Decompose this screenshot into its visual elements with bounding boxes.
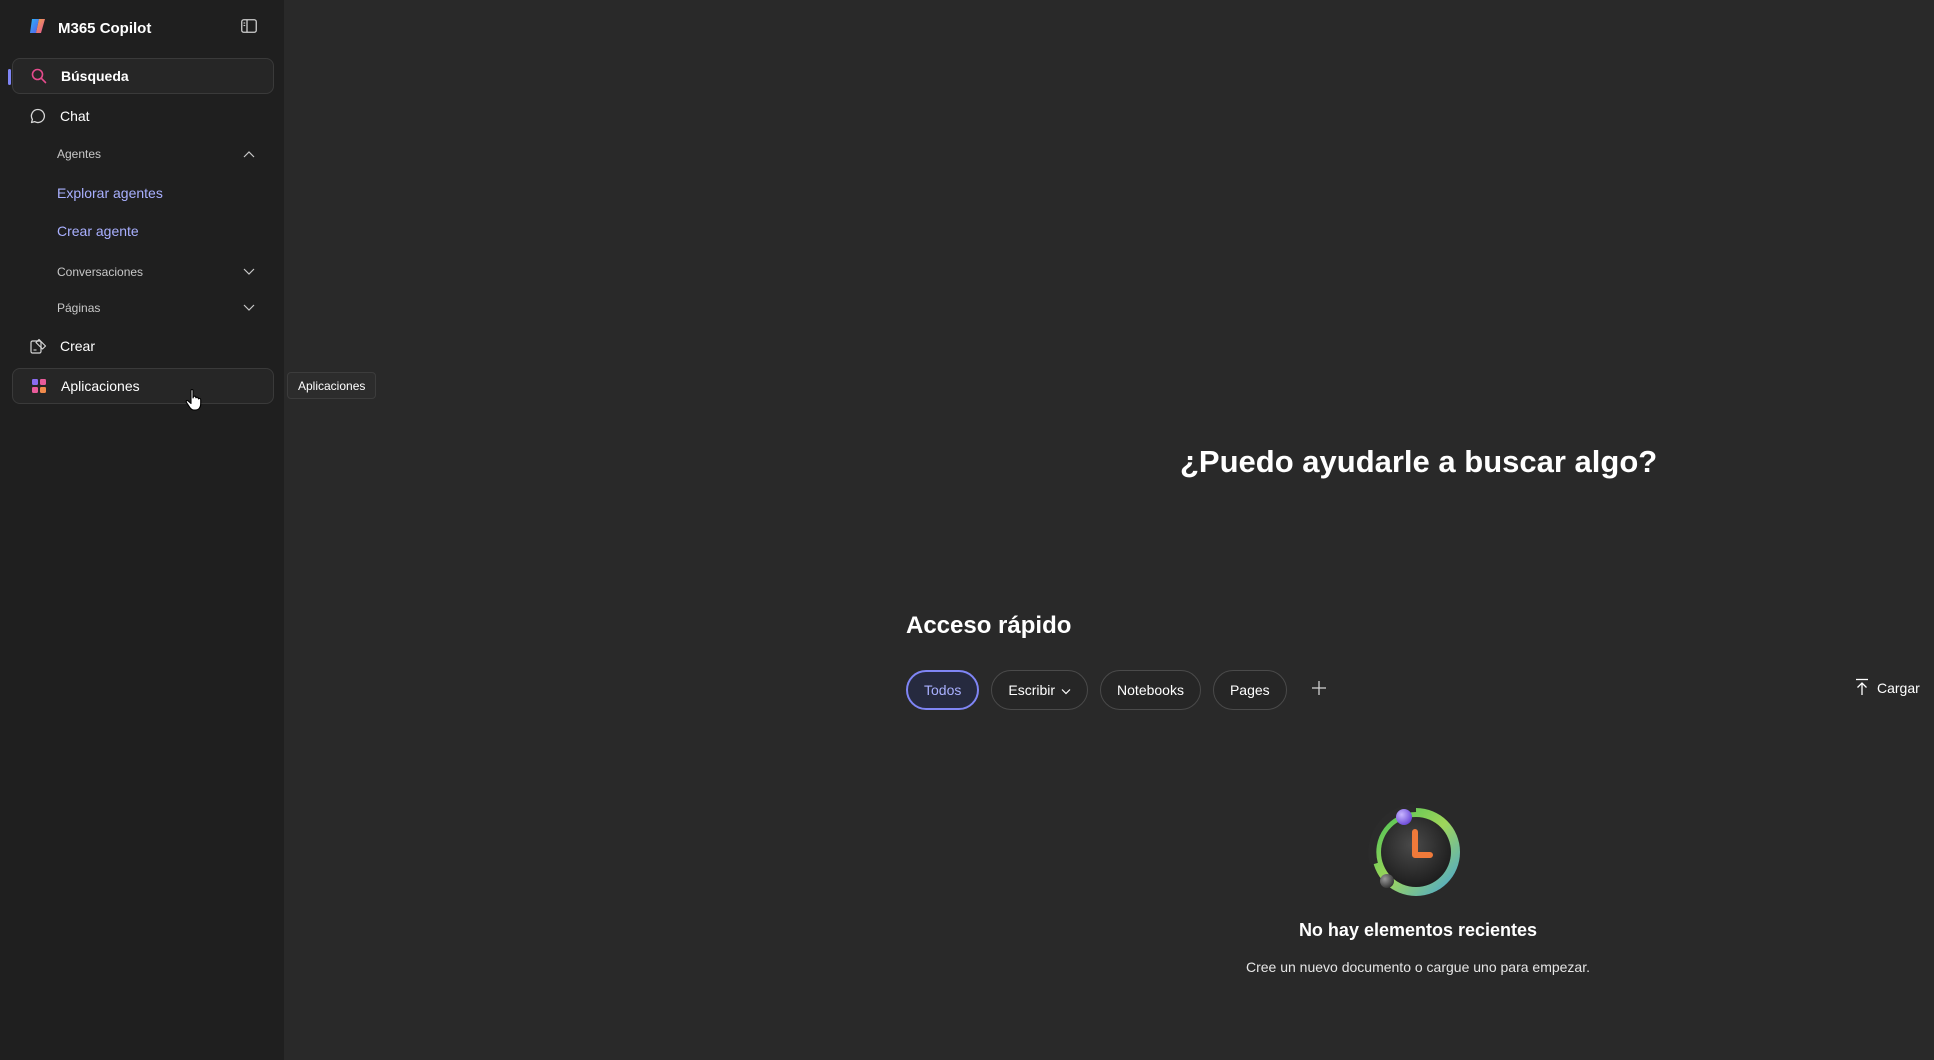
filter-chip-all[interactable]: Todos [906, 670, 980, 710]
sidebar-section-pages[interactable]: Páginas [57, 294, 257, 322]
page-title: ¿Puedo ayudarle a buscar algo? [1180, 444, 1658, 479]
empty-state-subtitle: Cree un nuevo documento o cargue uno par… [1245, 959, 1590, 975]
sidebar-item-label: Aplicaciones [61, 378, 140, 394]
sidebar: M365 Copilot Búsqueda Chat Agentes Explo… [0, 0, 284, 1060]
sidebar-toggle-icon [241, 18, 257, 38]
add-filter-button[interactable] [1303, 674, 1335, 706]
chip-label: Notebooks [1117, 682, 1184, 698]
hand-cursor-icon [184, 388, 204, 412]
filter-chip-write[interactable]: Escribir [991, 670, 1089, 710]
plus-icon [1311, 680, 1327, 701]
chat-bubble-icon [29, 107, 47, 125]
sidebar-item-apps[interactable]: Aplicaciones [12, 368, 274, 404]
recent-clock-icon [1366, 802, 1466, 902]
sidebar-item-label: Chat [60, 108, 90, 124]
section-label: Páginas [57, 301, 101, 315]
sidebar-item-create[interactable]: Crear [12, 328, 274, 364]
sidebar-toggle-button[interactable] [238, 17, 260, 39]
empty-state-title: No hay elementos recientes [1298, 920, 1538, 940]
section-label: Conversaciones [57, 265, 144, 279]
chip-label: Escribir [1008, 682, 1056, 698]
chevron-down-icon [1061, 682, 1071, 698]
search-icon [30, 67, 48, 85]
tooltip-apps: Aplicaciones [287, 372, 377, 399]
chevron-down-icon [242, 265, 256, 279]
chevron-up-icon [242, 147, 256, 161]
explore-agents-link[interactable]: Explorar agentes [57, 179, 163, 207]
chevron-down-icon [242, 301, 256, 315]
section-label: Agentes [57, 147, 102, 161]
sidebar-item-chat[interactable]: Chat [12, 98, 274, 134]
upload-button[interactable]: Cargar [1855, 676, 1920, 700]
app-title: M365 Copilot [58, 19, 152, 37]
create-icon [29, 337, 47, 355]
upload-icon [1855, 678, 1869, 699]
active-indicator [8, 69, 11, 85]
apps-grid-icon [30, 377, 48, 395]
chip-label: Todos [924, 682, 962, 698]
create-agent-link[interactable]: Crear agente [57, 217, 139, 245]
brand: M365 Copilot [28, 16, 151, 40]
chip-label: Pages [1229, 682, 1270, 698]
quick-access-title: Acceso rápido [906, 612, 1072, 639]
filter-chip-notebooks[interactable]: Notebooks [1100, 670, 1201, 710]
sidebar-item-label: Crear [60, 338, 96, 354]
sidebar-section-agents[interactable]: Agentes [57, 140, 257, 168]
upload-label: Cargar [1877, 680, 1920, 696]
sidebar-item-label: Búsqueda [61, 68, 129, 84]
sidebar-section-conversations[interactable]: Conversaciones [57, 258, 257, 286]
filter-chips: Todos Escribir Notebooks Pages [906, 670, 1335, 710]
filter-chip-pages[interactable]: Pages [1212, 670, 1287, 710]
sidebar-item-search[interactable]: Búsqueda [12, 58, 274, 94]
copilot-logo-icon [28, 16, 48, 41]
